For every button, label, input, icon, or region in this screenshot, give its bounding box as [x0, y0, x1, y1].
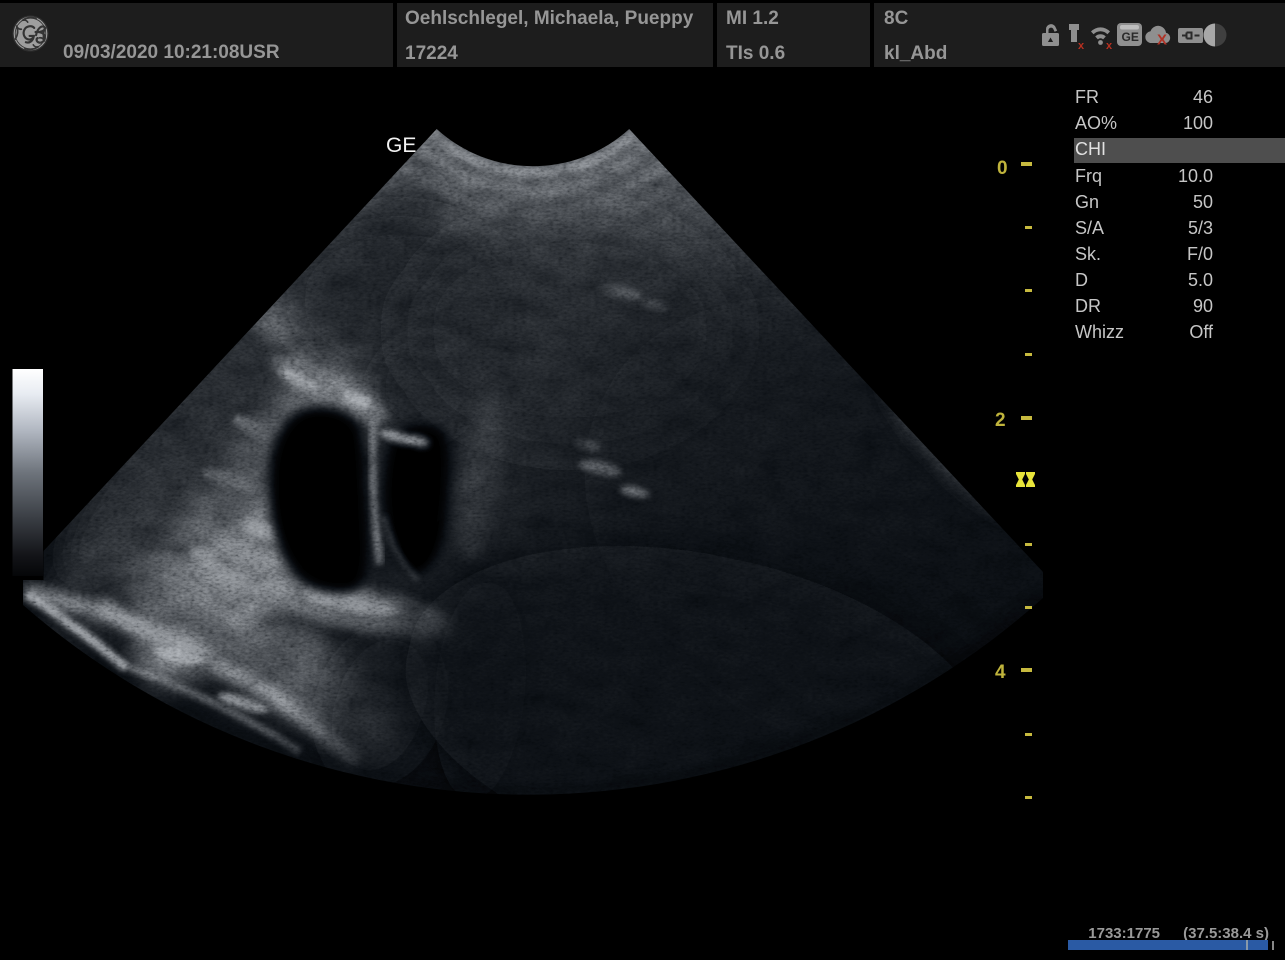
svg-text:X: X: [1157, 32, 1167, 49]
svg-text:x: x: [1078, 40, 1085, 52]
svg-text:x: x: [1106, 40, 1113, 52]
svg-text:GE: GE: [386, 134, 416, 157]
svg-text:GE: GE: [1122, 30, 1139, 44]
